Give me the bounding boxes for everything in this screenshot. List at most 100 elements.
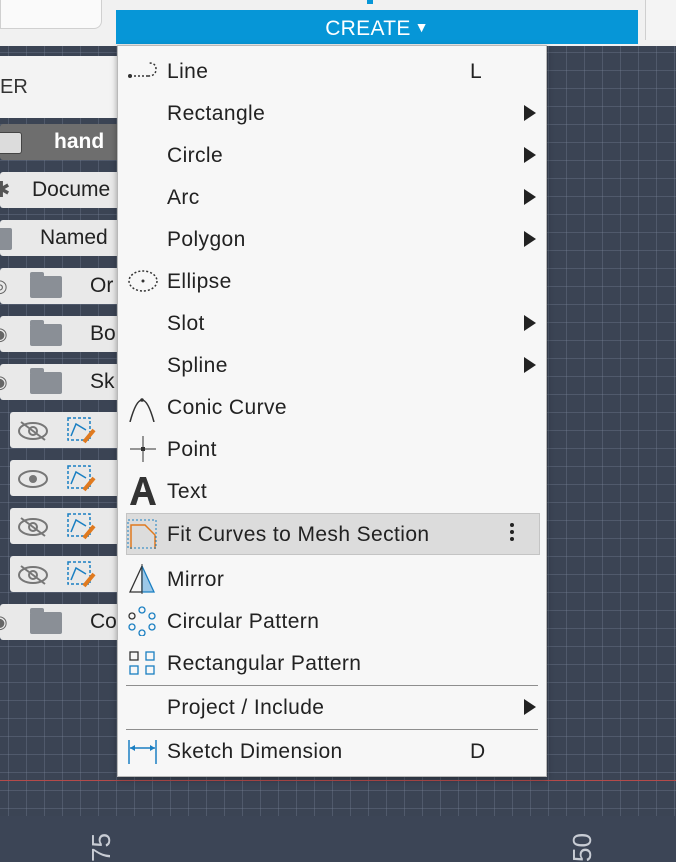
menu-separator bbox=[126, 685, 538, 686]
folder-icon bbox=[30, 608, 62, 634]
folder-icon bbox=[30, 320, 62, 346]
menu-item-slot[interactable]: Slot bbox=[118, 303, 546, 343]
submenu-arrow-icon bbox=[524, 315, 536, 331]
folder-icon bbox=[0, 228, 12, 250]
browser-row-origin[interactable]: ◎ Or bbox=[0, 268, 120, 304]
browser-row-label: Bo bbox=[90, 322, 116, 345]
sketch-icon bbox=[67, 561, 96, 588]
caret-down-icon: ▼ bbox=[414, 19, 429, 35]
menu-item-arc[interactable]: Arc bbox=[118, 177, 546, 217]
menu-item-label: Rectangular Pattern bbox=[167, 652, 362, 675]
menu-item-project-include[interactable]: Project / Include bbox=[118, 687, 546, 727]
menu-separator bbox=[126, 729, 538, 730]
browser-row-label: Co bbox=[90, 610, 117, 633]
menu-item-shortcut: L bbox=[470, 60, 483, 83]
create-indicator bbox=[367, 0, 373, 4]
menu-item-label: Arc bbox=[167, 186, 200, 209]
eye-icon[interactable]: ◉ bbox=[0, 372, 8, 393]
canvas-ruler-label: 75 bbox=[86, 833, 116, 862]
menu-item-label: Mirror bbox=[167, 568, 225, 591]
gear-icon: ✱ bbox=[0, 177, 11, 202]
create-dropdown-menu: Line L Rectangle Circle Arc Polygon Elli… bbox=[117, 45, 547, 777]
browser-row-named-views[interactable]: Named bbox=[0, 220, 120, 256]
browser-row-construction[interactable]: ◉ Co bbox=[0, 604, 120, 640]
menu-item-ellipse[interactable]: Ellipse bbox=[118, 261, 546, 301]
menu-item-label: Circle bbox=[167, 144, 224, 167]
menu-item-point[interactable]: Point bbox=[118, 429, 546, 469]
menu-item-label: Line bbox=[167, 60, 209, 83]
toolbar-tab[interactable] bbox=[0, 0, 102, 29]
browser-row-sketches[interactable]: ◉ Sk bbox=[0, 364, 120, 400]
menu-item-text[interactable]: Text bbox=[118, 471, 546, 511]
menu-item-label: Slot bbox=[167, 312, 205, 335]
browser-row-sketch[interactable] bbox=[10, 508, 120, 544]
menu-item-circle[interactable]: Circle bbox=[118, 135, 546, 175]
browser-row-label: hand bbox=[54, 130, 105, 153]
canvas-ruler-label: 50 bbox=[567, 833, 597, 862]
point-icon bbox=[130, 436, 156, 462]
submenu-arrow-icon bbox=[524, 189, 536, 205]
folder-icon bbox=[30, 272, 62, 298]
menu-item-label: Point bbox=[167, 438, 217, 461]
submenu-arrow-icon bbox=[524, 699, 536, 715]
menu-item-label: Conic Curve bbox=[167, 396, 287, 419]
menu-item-label: Sketch Dimension bbox=[167, 740, 343, 763]
toolbar: CREATE ▼ bbox=[0, 0, 676, 46]
menu-item-label: Circular Pattern bbox=[167, 610, 320, 633]
create-menu-button[interactable]: CREATE ▼ bbox=[116, 10, 638, 44]
menu-item-label: Polygon bbox=[167, 228, 246, 251]
browser-row-label: Named bbox=[40, 226, 108, 249]
eye-hidden-icon[interactable] bbox=[16, 516, 50, 538]
rectangular-pattern-icon bbox=[129, 651, 155, 675]
menu-item-label: Project / Include bbox=[167, 696, 325, 719]
browser-panel: ER hand ✱ Docume Named ◎ Or ◉ Bo ◉ Sk bbox=[0, 56, 120, 656]
folder-icon bbox=[30, 368, 62, 394]
circular-pattern-icon bbox=[128, 606, 156, 636]
eye-hidden-icon[interactable] bbox=[16, 564, 50, 586]
browser-row-sketch[interactable] bbox=[10, 556, 120, 592]
conic-curve-icon bbox=[129, 398, 155, 422]
menu-item-mirror[interactable]: Mirror bbox=[118, 559, 546, 599]
menu-item-label: Ellipse bbox=[167, 270, 232, 293]
toolbar-right-panel[interactable] bbox=[645, 0, 676, 40]
eye-icon[interactable] bbox=[16, 468, 50, 490]
eye-icon[interactable]: ◉ bbox=[0, 612, 8, 633]
browser-root-row[interactable]: hand bbox=[0, 124, 120, 160]
submenu-arrow-icon bbox=[524, 147, 536, 163]
menu-item-label: Spline bbox=[167, 354, 228, 377]
browser-row-label: Docume bbox=[32, 178, 111, 201]
browser-header-text: ER bbox=[0, 76, 28, 98]
menu-item-spline[interactable]: Spline bbox=[118, 345, 546, 385]
submenu-arrow-icon bbox=[524, 105, 536, 121]
eye-hidden-icon[interactable] bbox=[16, 420, 50, 442]
menu-item-fit-curves-to-mesh-section[interactable]: Fit Curves to Mesh Section bbox=[126, 513, 540, 555]
eye-hidden-icon[interactable]: ◎ bbox=[0, 276, 8, 297]
browser-row-document-settings[interactable]: ✱ Docume bbox=[0, 172, 120, 208]
browser-header: ER bbox=[0, 56, 120, 118]
browser-row-label: Or bbox=[90, 274, 114, 297]
menu-item-line[interactable]: Line L bbox=[118, 51, 546, 91]
sketch-dimension-icon bbox=[128, 740, 157, 764]
menu-item-circular-pattern[interactable]: Circular Pattern bbox=[118, 601, 546, 641]
menu-item-polygon[interactable]: Polygon bbox=[118, 219, 546, 259]
fit-curves-icon bbox=[127, 519, 157, 549]
browser-row-sketch[interactable] bbox=[10, 412, 120, 448]
line-icon bbox=[128, 62, 157, 78]
menu-item-sketch-dimension[interactable]: Sketch Dimension D bbox=[118, 731, 546, 771]
menu-item-rectangle[interactable]: Rectangle bbox=[118, 93, 546, 133]
browser-row-sketch[interactable] bbox=[10, 460, 120, 496]
sketch-icon bbox=[67, 417, 96, 444]
menu-item-shortcut: D bbox=[470, 740, 486, 763]
create-label: CREATE bbox=[325, 17, 411, 40]
menu-item-rectangular-pattern[interactable]: Rectangular Pattern bbox=[118, 643, 546, 683]
browser-row-bodies[interactable]: ◉ Bo bbox=[0, 316, 120, 352]
menu-item-label: Text bbox=[167, 480, 208, 503]
mirror-icon bbox=[128, 564, 156, 594]
eye-icon[interactable]: ◉ bbox=[0, 324, 8, 345]
ellipse-icon bbox=[128, 270, 158, 292]
text-icon bbox=[130, 477, 156, 505]
menu-item-label: Fit Curves to Mesh Section bbox=[167, 523, 430, 546]
x-axis-line bbox=[0, 780, 676, 781]
more-options-icon[interactable] bbox=[509, 520, 515, 548]
menu-item-conic-curve[interactable]: Conic Curve bbox=[118, 387, 546, 427]
